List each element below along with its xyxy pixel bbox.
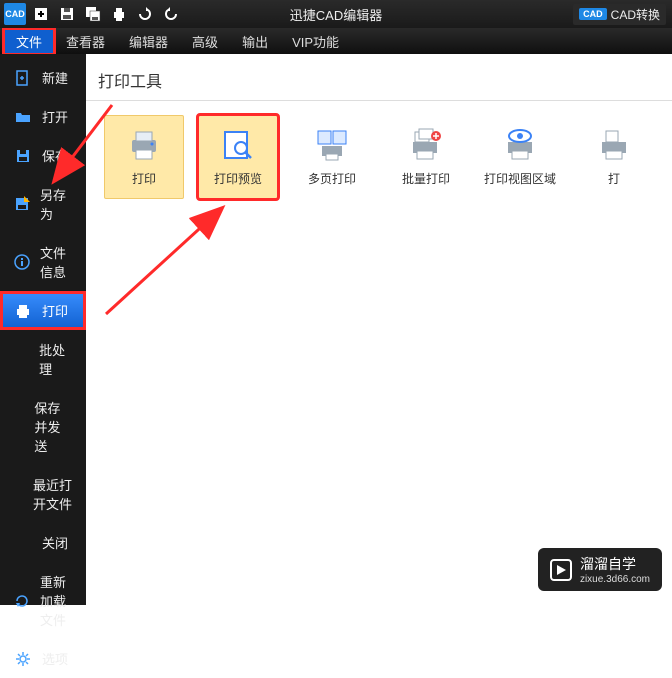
- menu-item-1[interactable]: 查看器: [54, 29, 117, 54]
- send-icon: [14, 418, 24, 436]
- print-icon[interactable]: [108, 3, 130, 25]
- print-icon: [14, 302, 32, 320]
- undo-icon[interactable]: [134, 3, 156, 25]
- tool-label: 打: [608, 170, 620, 187]
- watermark-main: 溜溜自学: [580, 554, 650, 574]
- recent-icon: [14, 485, 23, 503]
- file-menu-item-reload[interactable]: 重新加载文件: [0, 562, 86, 639]
- file-menu-item-label: 新建: [42, 68, 68, 87]
- close-icon: [14, 534, 32, 552]
- app-logo[interactable]: CAD: [4, 3, 26, 25]
- tool-printer[interactable]: 打印: [104, 115, 184, 199]
- batchprint-icon: [409, 128, 443, 162]
- panel-title: 打印工具: [86, 54, 672, 100]
- menu-item-3[interactable]: 高级: [180, 29, 230, 54]
- file-menu-item-label: 打开: [42, 107, 68, 126]
- content-panel: 打印工具 打印 打印预览 多页打印 批量打印 打印视图区域 打: [86, 54, 672, 605]
- file-menu-item-options[interactable]: 选项: [0, 639, 86, 678]
- tool-multipage[interactable]: 多页打印: [292, 115, 372, 199]
- tool-label: 打印: [132, 170, 156, 187]
- print-tools-row: 打印 打印预览 多页打印 批量打印 打印视图区域 打: [86, 109, 672, 205]
- titlebar: CAD 迅捷CAD编辑器 CAD CAD转换: [0, 0, 672, 28]
- tool-label: 多页打印: [308, 170, 356, 187]
- save-icon[interactable]: [56, 3, 78, 25]
- tool-preview[interactable]: 打印预览: [198, 115, 278, 199]
- folder-open-icon: [14, 108, 32, 126]
- new-file-icon[interactable]: [30, 3, 52, 25]
- menu-item-0[interactable]: 文件: [4, 29, 54, 54]
- file-menu-item-info[interactable]: 文件信息: [0, 233, 86, 291]
- watermark: 溜溜自学 zixue.3d66.com: [538, 548, 662, 591]
- app-title: 迅捷CAD编辑器: [290, 5, 382, 24]
- tool-label: 批量打印: [402, 170, 450, 187]
- file-menu-item-label: 打印: [42, 301, 68, 320]
- tool-label: 打印预览: [214, 170, 262, 187]
- file-menu-item-recent[interactable]: 最近打开文件: [0, 465, 86, 523]
- file-menu-item-close[interactable]: 关闭: [0, 523, 86, 562]
- menubar: 文件查看器编辑器高级输出VIP功能: [0, 28, 672, 54]
- file-menu-item-folder-open[interactable]: 打开: [0, 97, 86, 136]
- printer-icon: [127, 128, 161, 162]
- tool-batchprint[interactable]: 批量打印: [386, 115, 466, 199]
- file-menu-item-label: 最近打开文件: [33, 475, 72, 513]
- watermark-icon: [550, 559, 572, 581]
- previewfile-icon: [597, 128, 631, 162]
- file-menu-item-label: 保存并发送: [34, 398, 72, 455]
- batch-icon: [14, 350, 29, 368]
- panel-divider: [86, 100, 672, 101]
- file-menu-item-label: 关闭: [42, 533, 68, 552]
- save-all-icon[interactable]: [82, 3, 104, 25]
- file-plus-icon: [14, 69, 32, 87]
- options-icon: [14, 650, 32, 668]
- info-icon: [14, 253, 30, 271]
- file-menu-item-send[interactable]: 保存并发送: [0, 388, 86, 465]
- file-menu-item-file-plus[interactable]: 新建: [0, 58, 86, 97]
- viewport-icon: [503, 128, 537, 162]
- cad-convert-label: CAD转换: [611, 6, 660, 23]
- menu-item-5[interactable]: VIP功能: [280, 29, 351, 54]
- file-menu-item-print[interactable]: 打印: [0, 291, 86, 330]
- reload-icon: [14, 592, 30, 610]
- file-menu-item-save-as[interactable]: 另存为: [0, 175, 86, 233]
- file-menu-item-label: 批处理: [39, 340, 72, 378]
- tool-label: 打印视图区域: [484, 170, 556, 187]
- tool-previewfile[interactable]: 打: [574, 115, 654, 199]
- menu-item-2[interactable]: 编辑器: [117, 29, 180, 54]
- cad-convert-button[interactable]: CAD CAD转换: [573, 4, 666, 25]
- menu-item-4[interactable]: 输出: [230, 29, 280, 54]
- watermark-sub: zixue.3d66.com: [580, 574, 650, 585]
- multipage-icon: [315, 128, 349, 162]
- file-menu-dropdown: 新建打开保存另存为文件信息打印批处理保存并发送最近打开文件关闭重新加载文件选项: [0, 54, 86, 605]
- file-menu-item-label: 选项: [42, 649, 68, 668]
- file-menu-item-save[interactable]: 保存: [0, 136, 86, 175]
- cad-pill-icon: CAD: [579, 8, 607, 20]
- save-as-icon: [14, 195, 30, 213]
- file-menu-item-label: 保存: [42, 146, 68, 165]
- redo-icon[interactable]: [160, 3, 182, 25]
- save-icon: [14, 147, 32, 165]
- file-menu-item-label: 文件信息: [40, 243, 72, 281]
- preview-icon: [221, 128, 255, 162]
- tool-viewport[interactable]: 打印视图区域: [480, 115, 560, 199]
- file-menu-item-label: 另存为: [40, 185, 72, 223]
- file-menu-item-label: 重新加载文件: [40, 572, 72, 629]
- quick-access-toolbar: CAD: [4, 3, 182, 25]
- file-menu-item-batch[interactable]: 批处理: [0, 330, 86, 388]
